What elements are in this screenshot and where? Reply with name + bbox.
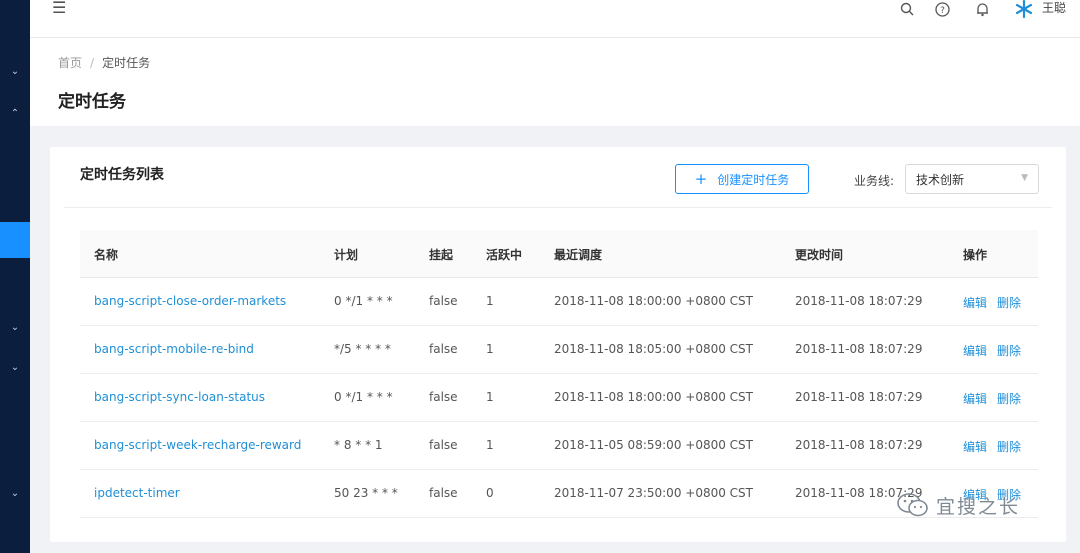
breadcrumb-current: 定时任务: [102, 56, 151, 70]
help-icon[interactable]: ?: [932, 0, 952, 18]
delete-link[interactable]: 删除: [997, 294, 1021, 311]
user-name[interactable]: 王聪: [1042, 0, 1066, 16]
header-last-run: 最近调度: [554, 248, 603, 262]
create-task-button[interactable]: + 创建定时任务: [675, 164, 809, 194]
task-name-link[interactable]: ipdetect-timer: [94, 486, 180, 500]
wechat-icon: [897, 493, 928, 517]
table-row: ipdetect-timer 50 23 * * * false 0 2018-…: [80, 470, 1038, 518]
edit-link[interactable]: 编辑: [963, 438, 987, 455]
task-active: 1: [486, 294, 494, 308]
breadcrumb-separator: /: [90, 56, 95, 70]
task-name-link[interactable]: bang-script-mobile-re-bind: [94, 342, 254, 356]
task-modified: 2018-11-08 18:07:29: [795, 342, 923, 356]
task-plan: * 8 * * 1: [334, 438, 383, 452]
menu-fold-icon[interactable]: ☰: [52, 0, 70, 16]
svg-text:?: ?: [940, 6, 945, 16]
task-suspend: false: [429, 390, 458, 404]
header-actions: 操作: [963, 248, 988, 262]
header-modified: 更改时间: [795, 248, 844, 262]
delete-link[interactable]: 删除: [997, 342, 1021, 359]
page-header: 首页 / 定时任务 定时任务: [30, 38, 1080, 126]
task-active: 1: [486, 390, 494, 404]
task-modified: 2018-11-08 18:07:29: [795, 294, 923, 308]
create-task-label: 创建定时任务: [717, 172, 790, 187]
watermark-text: 宜搜之长: [936, 495, 1021, 518]
task-suspend: false: [429, 342, 458, 356]
task-suspend: false: [429, 438, 458, 452]
task-name-link[interactable]: bang-script-sync-loan-status: [94, 390, 265, 404]
chevron-up-icon[interactable]: ⌃: [0, 102, 30, 124]
watermark: 宜搜之长: [896, 491, 1056, 519]
header-name: 名称: [94, 248, 119, 262]
table-row: bang-script-week-recharge-reward * 8 * *…: [80, 422, 1038, 470]
breadcrumb: 首页 / 定时任务: [58, 54, 150, 71]
search-icon[interactable]: [897, 0, 917, 18]
task-modified: 2018-11-08 18:07:29: [795, 438, 923, 452]
task-active: 1: [486, 342, 494, 356]
edit-link[interactable]: 编辑: [963, 390, 987, 407]
business-line-value: 技术创新: [916, 172, 965, 187]
user-avatar[interactable]: [1014, 0, 1034, 19]
chevron-down-icon[interactable]: ⌄: [0, 60, 30, 82]
sidebar-active-item[interactable]: [0, 222, 30, 258]
table-row: bang-script-sync-loan-status 0 */1 * * *…: [80, 374, 1038, 422]
task-last-run: 2018-11-08 18:00:00 +0800 CST: [554, 390, 753, 404]
delete-link[interactable]: 删除: [997, 390, 1021, 407]
chevron-down-icon[interactable]: ⌄: [0, 316, 30, 338]
topbar: ☰ ? 王聪: [30, 0, 1080, 38]
card-title: 定时任务列表: [80, 167, 164, 183]
edit-link[interactable]: 编辑: [963, 294, 987, 311]
task-plan: */5 * * * *: [334, 342, 391, 356]
task-last-run: 2018-11-05 08:59:00 +0800 CST: [554, 438, 753, 452]
task-name-link[interactable]: bang-script-close-order-markets: [94, 294, 286, 308]
edit-link[interactable]: 编辑: [963, 342, 987, 359]
chevron-down-icon[interactable]: ⌄: [0, 482, 30, 504]
task-plan: 50 23 * * *: [334, 486, 398, 500]
task-active: 1: [486, 438, 494, 452]
table-header: 名称 计划 挂起 活跃中 最近调度 更改时间 操作: [80, 230, 1038, 278]
plus-icon: +: [694, 170, 708, 188]
page-title: 定时任务: [58, 92, 126, 112]
task-suspend: false: [429, 294, 458, 308]
header-suspend: 挂起: [429, 248, 454, 262]
task-table: 名称 计划 挂起 活跃中 最近调度 更改时间 操作 bang-script-cl…: [80, 230, 1038, 518]
task-name-link[interactable]: bang-script-week-recharge-reward: [94, 438, 301, 452]
sidebar: ⌄ ⌃ ⌄ ⌄ ⌄: [0, 0, 30, 553]
card-divider: [64, 207, 1052, 208]
task-list-card: 定时任务列表 + 创建定时任务 业务线: 技术创新 ▼ 名称 计划 挂起 活跃中…: [50, 147, 1066, 542]
table-row: bang-script-mobile-re-bind */5 * * * * f…: [80, 326, 1038, 374]
table-row: bang-script-close-order-markets 0 */1 * …: [80, 278, 1038, 326]
task-last-run: 2018-11-08 18:00:00 +0800 CST: [554, 294, 753, 308]
task-active: 0: [486, 486, 494, 500]
task-plan: 0 */1 * * *: [334, 294, 393, 308]
chevron-down-icon[interactable]: ⌄: [0, 356, 30, 378]
header-plan: 计划: [334, 248, 359, 262]
business-line-select[interactable]: 技术创新 ▼: [905, 164, 1039, 194]
breadcrumb-home[interactable]: 首页: [58, 56, 82, 70]
business-line-label: 业务线:: [854, 174, 895, 188]
task-plan: 0 */1 * * *: [334, 390, 393, 404]
task-suspend: false: [429, 486, 458, 500]
bell-icon[interactable]: [972, 0, 992, 18]
task-last-run: 2018-11-08 18:05:00 +0800 CST: [554, 342, 753, 356]
delete-link[interactable]: 删除: [997, 438, 1021, 455]
task-last-run: 2018-11-07 23:50:00 +0800 CST: [554, 486, 753, 500]
task-modified: 2018-11-08 18:07:29: [795, 390, 923, 404]
chevron-down-icon: ▼: [1021, 173, 1028, 183]
header-active: 活跃中: [486, 248, 523, 262]
